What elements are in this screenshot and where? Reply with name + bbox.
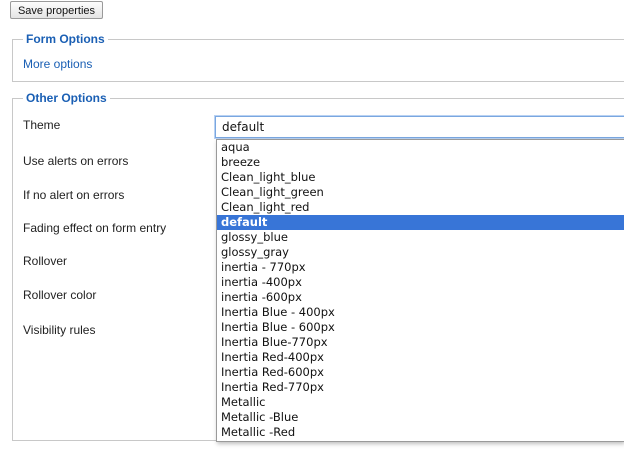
theme-option[interactable]: aqua bbox=[217, 140, 624, 155]
theme-option[interactable]: inertia -400px bbox=[217, 275, 624, 290]
theme-option[interactable]: Inertia Red-400px bbox=[217, 350, 624, 365]
theme-option[interactable]: glossy_blue bbox=[217, 230, 624, 245]
theme-option[interactable]: Clean_light_green bbox=[217, 185, 624, 200]
theme-option[interactable]: Inertia Blue - 600px bbox=[217, 320, 624, 335]
theme-option[interactable]: Inertia Blue-770px bbox=[217, 335, 624, 350]
theme-option[interactable]: Clean_light_red bbox=[217, 200, 624, 215]
label-theme: Theme bbox=[23, 118, 61, 132]
label-fading-effect: Fading effect on form entry bbox=[23, 221, 167, 235]
theme-option[interactable]: inertia -600px bbox=[217, 290, 624, 305]
label-visibility-rules: Visibility rules bbox=[23, 323, 96, 337]
label-use-alerts: Use alerts on errors bbox=[23, 154, 129, 168]
theme-dropdown-list[interactable]: aqua breeze Clean_light_blue Clean_light_gr… bbox=[216, 139, 624, 442]
theme-option[interactable]: breeze bbox=[217, 155, 624, 170]
save-properties-button[interactable]: Save properties bbox=[10, 1, 103, 19]
other-options-legend: Other Options bbox=[23, 91, 110, 105]
theme-option[interactable]: default bbox=[217, 215, 624, 230]
theme-option[interactable]: Metallic -Blue bbox=[217, 410, 624, 425]
theme-option[interactable]: inertia - 770px bbox=[217, 260, 624, 275]
theme-option[interactable]: Inertia Blue - 400px bbox=[217, 305, 624, 320]
theme-option[interactable]: Metallic bbox=[217, 395, 624, 410]
theme-option[interactable]: Clean_light_blue bbox=[217, 170, 624, 185]
form-options-fieldset: Form Options More options bbox=[12, 32, 624, 82]
theme-option[interactable]: glossy_gray bbox=[217, 245, 624, 260]
label-no-alert: If no alert on errors bbox=[23, 188, 125, 202]
label-rollover: Rollover bbox=[23, 254, 68, 268]
theme-option[interactable]: Inertia Red-770px bbox=[217, 380, 624, 395]
theme-select[interactable]: default bbox=[215, 116, 624, 138]
label-rollover-color: Rollover color bbox=[23, 288, 97, 302]
theme-option[interactable]: Inertia Red-600px bbox=[217, 365, 624, 380]
theme-option[interactable]: Metallic -Red bbox=[217, 425, 624, 440]
form-options-legend: Form Options bbox=[23, 32, 108, 46]
more-options-link[interactable]: More options bbox=[23, 57, 92, 71]
